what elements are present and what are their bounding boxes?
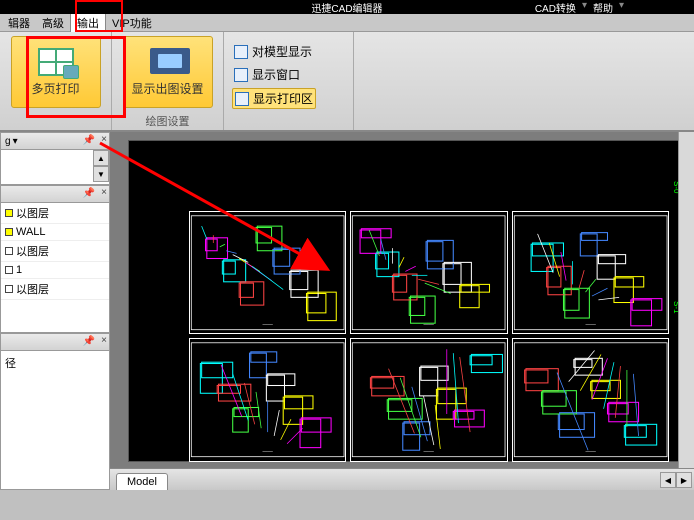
panel1-header[interactable]: g▾ 📌 ×: [0, 132, 110, 150]
multi-page-print-button[interactable]: 多页打印: [11, 36, 101, 108]
drawing-tile[interactable]: ——: [189, 338, 346, 461]
svg-text:——: ——: [263, 322, 274, 328]
topbar-link-convert[interactable]: CAD转换: [535, 0, 576, 15]
tab-model[interactable]: Model: [116, 473, 168, 490]
app-title: 迅捷CAD编辑器: [311, 0, 382, 15]
close-icon[interactable]: ×: [101, 134, 107, 145]
panel1-body: ▲ ▼: [0, 150, 110, 185]
pin-icon[interactable]: 📌: [83, 336, 95, 347]
menu-advanced[interactable]: 高级: [36, 14, 70, 32]
svg-text:——: ——: [424, 322, 435, 328]
scroll-right-button[interactable]: ▶: [676, 472, 692, 488]
pin-icon[interactable]: 📌: [83, 135, 95, 146]
drawing-tile[interactable]: ——: [189, 211, 346, 334]
menu-strip: 辑器 高级 输出 VIP功能: [0, 14, 694, 32]
panel3-body: 径: [0, 351, 110, 490]
close-icon[interactable]: ×: [101, 335, 107, 346]
title-bar: 迅捷CAD编辑器 CAD转换 ▾ 帮助 ▾: [0, 0, 694, 14]
layer-list: 以图层WALL以图层1以图层: [0, 203, 110, 333]
opt-show-model[interactable]: 对模型显示: [232, 42, 316, 61]
plot-settings-label: 显示出图设置: [131, 80, 203, 97]
layer-row[interactable]: WALL: [1, 224, 109, 241]
layout-tab-bar: Model ◀ ▶: [110, 468, 694, 490]
model-icon: [234, 45, 248, 59]
menu-output[interactable]: 输出: [70, 13, 106, 32]
multi-page-print-label: 多页打印: [31, 80, 79, 97]
print-area-icon: [235, 92, 249, 106]
drawing-area: ———————————— S-0 S-1 Model ◀ ▶: [110, 132, 694, 490]
layer-row[interactable]: 以图层: [1, 241, 109, 262]
scroll-up-button[interactable]: ▲: [93, 150, 109, 166]
layer-row[interactable]: 以图层: [1, 203, 109, 224]
menu-vip[interactable]: VIP功能: [106, 14, 158, 32]
ribbon: 多页打印 显示出图设置 绘图设置 对模型显示 显示窗口 显示打印区: [0, 32, 694, 132]
close-icon[interactable]: ×: [101, 187, 107, 198]
panel3-header[interactable]: 📌 ×: [0, 333, 110, 351]
drawing-tile[interactable]: ——: [512, 211, 669, 334]
topbar-link-help[interactable]: 帮助: [593, 0, 613, 15]
window-icon: [234, 68, 248, 82]
scroll-down-button[interactable]: ▼: [93, 166, 109, 182]
drawing-tile[interactable]: ——: [350, 211, 507, 334]
plot-settings-button[interactable]: 显示出图设置: [123, 36, 213, 108]
vertical-scrollbar[interactable]: [678, 132, 694, 468]
opt-show-print-area[interactable]: 显示打印区: [232, 88, 316, 109]
drawing-tile[interactable]: ——: [512, 338, 669, 461]
opt-show-window[interactable]: 显示窗口: [232, 65, 316, 84]
drawing-tile[interactable]: ——: [350, 338, 507, 461]
svg-text:——: ——: [424, 449, 435, 455]
svg-text:——: ——: [585, 322, 596, 328]
svg-text:——: ——: [263, 449, 274, 455]
layer-row[interactable]: 以图层: [1, 279, 109, 300]
model-space-canvas[interactable]: ———————————— S-0 S-1: [128, 140, 684, 462]
scroll-left-button[interactable]: ◀: [660, 472, 676, 488]
svg-text:——: ——: [585, 449, 596, 455]
menu-editor[interactable]: 辑器: [2, 14, 36, 32]
left-panel-column: g▾ 📌 × ▲ ▼ 📌 × 以图层WALL以图层1以图层 📌 × 径: [0, 132, 110, 490]
panel-layers-header[interactable]: 📌 ×: [0, 185, 110, 203]
layer-row[interactable]: 1: [1, 262, 109, 279]
pin-icon[interactable]: 📌: [83, 188, 95, 199]
ribbon-group-label: 绘图设置: [112, 113, 223, 129]
